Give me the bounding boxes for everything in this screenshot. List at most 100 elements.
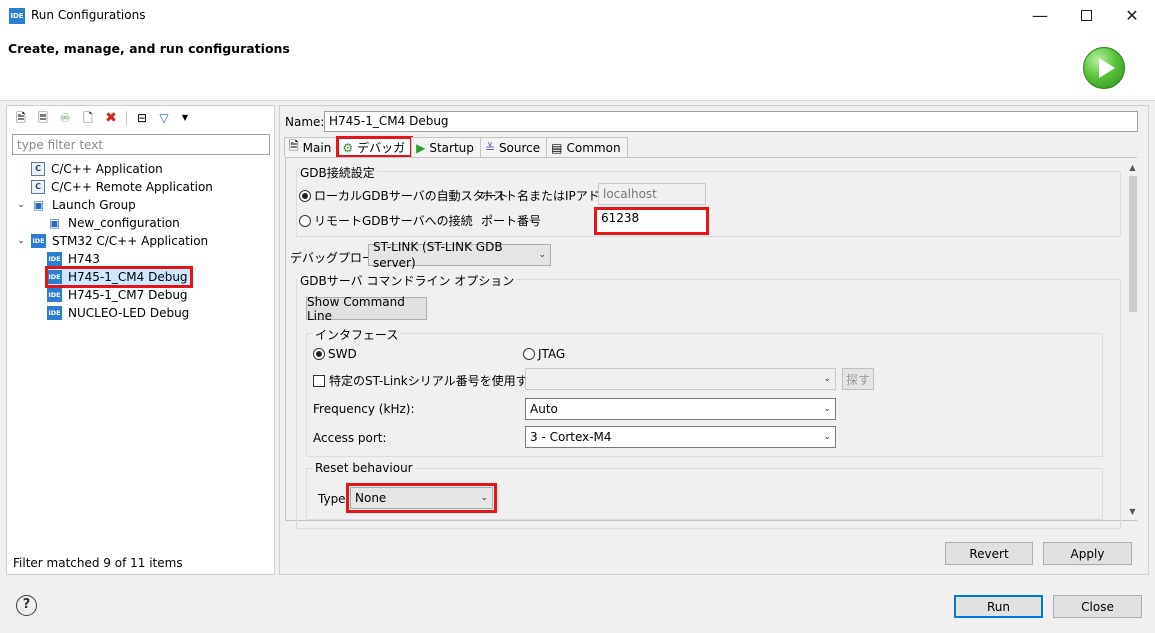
tree-item[interactable]: C C/C++ Application — [15, 160, 213, 178]
tab-debugger[interactable]: ⚙ デバッガ — [336, 136, 414, 158]
radio-local-indicator[interactable] — [299, 189, 311, 202]
probe-select[interactable]: ST-LINK (ST-LINK GDB server) ⌄ — [368, 240, 551, 270]
new-prototype-icon[interactable]: 🗏 — [35, 110, 51, 126]
reset-type-value: None — [355, 491, 387, 505]
tree-item-label: STM32 C/C++ Application — [52, 234, 209, 248]
scroll-down-icon[interactable]: ▼ — [1125, 504, 1140, 519]
ide-icon: IDE — [47, 288, 62, 302]
radio-local-gdb[interactable]: ローカルGDBサーバの自動スタート — [299, 187, 509, 204]
access-port-label: Access port: — [313, 431, 387, 445]
filter-input[interactable] — [12, 134, 270, 155]
maximize-button[interactable] — [1063, 0, 1109, 31]
ide-icon: IDE — [31, 234, 46, 248]
radio-remote-label: リモートGDBサーバへの接続 — [314, 214, 473, 228]
revert-button[interactable]: Revert — [945, 542, 1033, 565]
serial-number-check[interactable] — [313, 374, 325, 387]
minimize-button[interactable]: — — [1017, 0, 1063, 31]
name-input[interactable]: H745-1_CM4 Debug — [324, 111, 1138, 132]
dialog-header: Create, manage, and run configurations — [0, 31, 1155, 101]
radio-swd-indicator[interactable] — [313, 348, 325, 360]
tab-source[interactable]: ≚ Source — [479, 137, 548, 157]
close-window-button[interactable]: ✕ — [1109, 0, 1155, 31]
host-input: localhost — [598, 183, 706, 205]
tree-item[interactable]: C C/C++ Remote Application — [15, 178, 213, 196]
c-icon: C — [31, 162, 45, 176]
serial-number-checkbox[interactable]: 特定のST-Linkシリアル番号を使用する — [313, 372, 540, 389]
tree-item[interactable]: IDE H745-1_CM7 Debug — [15, 286, 213, 304]
radio-remote-gdb[interactable]: リモートGDBサーバへの接続 — [299, 212, 473, 229]
configuration-tree: C C/C++ Application C C/C++ Remote Applicat… — [15, 160, 213, 322]
new-config-icon[interactable]: 🗎 — [13, 110, 29, 126]
scrollbar-thumb[interactable] — [1129, 176, 1137, 312]
radio-jtag-indicator[interactable] — [523, 348, 535, 360]
close-button[interactable]: Close — [1053, 595, 1142, 618]
tree-item-label: C/C++ Application — [51, 162, 163, 176]
search-serial-button: 探す — [842, 368, 874, 390]
configuration-list-panel: 🗎 🗏 ♾ 🗋 ✖ ⊟ ▽ ▼ C C/C++ Application C C/C++… — [6, 105, 275, 575]
radio-swd[interactable]: SWD — [313, 347, 357, 361]
debugger-tab-content: GDB接続設定 ローカルGDBサーバの自動スタート ホスト名またはIPアドレス … — [285, 157, 1140, 529]
reset-type-label: Type: — [318, 492, 350, 506]
chevron-down-icon: ⌄ — [823, 404, 831, 414]
common-icon: ▤ — [551, 140, 563, 155]
tree-item-label: H743 — [68, 252, 100, 266]
frequency-value: Auto — [530, 402, 558, 416]
access-port-select[interactable]: 3 - Cortex-M4 ⌄ — [525, 426, 836, 448]
ide-icon: IDE — [47, 252, 62, 266]
duplicate-icon[interactable]: 🗋 — [80, 110, 96, 126]
tree-item[interactable]: ⌄ ▣ Launch Group — [15, 196, 213, 214]
filter-status: Filter matched 9 of 11 items — [13, 556, 183, 570]
dropdown-icon[interactable]: ▼ — [177, 110, 193, 126]
tab-label: デバッガ — [357, 141, 406, 155]
main-icon: 🗎 — [289, 139, 299, 153]
tab-common[interactable]: ▤ Common — [546, 137, 628, 157]
chevron-down-icon: ⌄ — [480, 493, 488, 503]
tab-label: Source — [498, 140, 541, 155]
run-logo-icon — [1083, 47, 1125, 89]
radio-local-label: ローカルGDBサーバの自動スタート — [314, 189, 509, 203]
title-bar: IDE Run Configurations — ✕ — [0, 0, 1155, 31]
run-button[interactable]: Run — [954, 595, 1043, 618]
chevron-down-icon[interactable]: ⌄ — [15, 200, 27, 210]
collapse-all-icon[interactable]: ⊟ — [134, 110, 150, 126]
app-icon: IDE — [9, 8, 25, 24]
apply-button[interactable]: Apply — [1043, 542, 1132, 565]
filter-icon[interactable]: ▽ — [156, 110, 172, 126]
radio-swd-label: SWD — [328, 347, 357, 361]
source-icon: ≚ — [484, 140, 495, 155]
reset-type-select[interactable]: None ⌄ — [346, 483, 497, 513]
launch-group-icon: ▣ — [32, 198, 45, 212]
tab-main[interactable]: 🗎 Main — [284, 137, 339, 157]
radio-jtag[interactable]: JTAG — [523, 347, 565, 361]
chevron-down-icon[interactable]: ⌄ — [15, 236, 27, 246]
tree-item[interactable]: IDE H743 — [15, 250, 213, 268]
radio-jtag-label: JTAG — [538, 347, 566, 361]
export-icon[interactable]: ♾ — [57, 110, 73, 126]
frequency-select[interactable]: Auto ⌄ — [525, 398, 836, 420]
tree-item-label: New_configuration — [68, 216, 180, 230]
tree-item-label: C/C++ Remote Application — [51, 180, 213, 194]
tab-startup[interactable]: ▶ Startup — [411, 137, 481, 157]
tree-item-label: NUCLEO-LED Debug — [68, 306, 190, 320]
tab-bar: 🗎 Main ⚙ デバッガ ▶ Startup ≚ Source ▤ Common — [284, 136, 628, 158]
frequency-label: Frequency (kHz): — [313, 402, 415, 416]
tree-item[interactable]: ▣ New_configuration — [15, 214, 213, 232]
radio-remote-indicator[interactable] — [299, 214, 311, 227]
chevron-down-icon: ⌄ — [823, 432, 831, 442]
startup-icon: ▶ — [416, 140, 426, 155]
ide-icon: IDE — [47, 270, 62, 284]
delete-icon[interactable]: ✖ — [103, 110, 119, 126]
show-command-line-button[interactable]: Show Command Line — [306, 295, 427, 323]
interface-label: インタフェース — [313, 326, 401, 343]
scroll-up-icon[interactable]: ▲ — [1125, 160, 1140, 175]
help-icon[interactable]: ? — [16, 595, 37, 616]
port-input[interactable]: 61238 — [594, 207, 709, 235]
toolbar-divider — [126, 111, 127, 126]
tree-item[interactable]: IDE NUCLEO-LED Debug — [15, 304, 213, 322]
tree-item[interactable]: ⌄ IDE STM32 C/C++ Application — [15, 232, 213, 250]
ide-icon: IDE — [47, 306, 62, 320]
tab-label: Main — [302, 140, 332, 155]
tree-item-label: H745-1_CM7 Debug — [68, 288, 188, 302]
tree-item[interactable]: IDE H745-1_CM4 Debug — [15, 266, 213, 288]
selected-tree-item[interactable]: IDE H745-1_CM4 Debug — [45, 266, 193, 288]
